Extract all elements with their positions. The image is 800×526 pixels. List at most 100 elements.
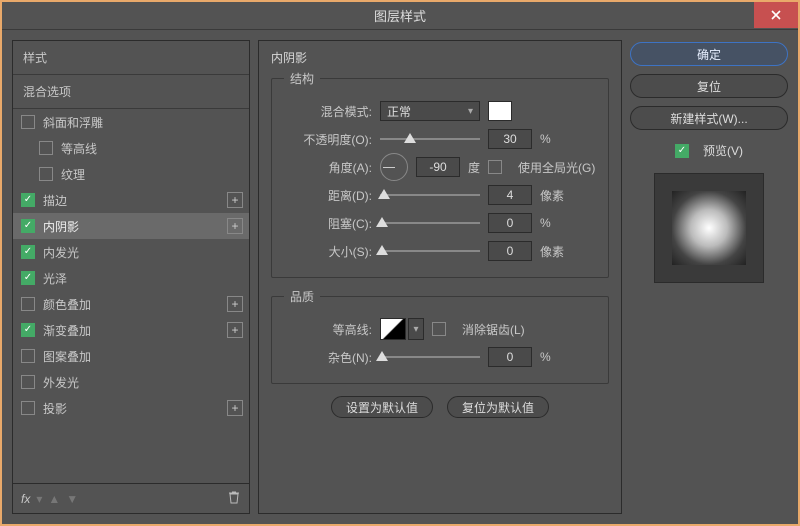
noise-input[interactable]: 0: [488, 347, 532, 367]
right-panel: 确定 复位 新建样式(W)... 预览(V): [630, 40, 788, 514]
style-item-7[interactable]: 颜色叠加+: [13, 291, 249, 317]
chevron-down-icon: ▾: [413, 324, 418, 335]
distance-slider[interactable]: [380, 188, 480, 202]
trash-icon[interactable]: [227, 490, 241, 507]
noise-slider[interactable]: [380, 350, 480, 364]
size-slider[interactable]: [380, 244, 480, 258]
style-label: 光泽: [43, 270, 67, 287]
style-checkbox[interactable]: [21, 219, 35, 233]
styles-panel: 样式 混合选项 斜面和浮雕等高线纹理描边 + 内阴影 + 内发光光泽颜色叠加+ 渐变叠加 +…: [12, 40, 250, 484]
quality-group: 品质 等高线: ▾ 消除锯齿(L) 杂色(N): 0 %: [271, 288, 609, 384]
quality-legend: 品质: [284, 288, 320, 305]
choke-input[interactable]: 0: [488, 213, 532, 233]
contour-dropdown[interactable]: ▾: [408, 318, 424, 340]
chevron-down-icon: ▾: [36, 492, 42, 506]
titlebar: 图层样式: [2, 2, 798, 30]
new-style-button[interactable]: 新建样式(W)...: [630, 106, 788, 130]
size-label: 大小(S):: [284, 243, 372, 260]
global-light-checkbox[interactable]: [488, 160, 502, 174]
blend-mode-select[interactable]: 正常 ▾: [380, 101, 480, 121]
styles-footer: fx ▾ ▲ ▼: [12, 484, 250, 514]
move-up-icon[interactable]: ▲: [48, 492, 60, 506]
style-item-11[interactable]: 投影+: [13, 395, 249, 421]
angle-dial[interactable]: [380, 153, 408, 181]
style-label: 描边: [43, 192, 67, 209]
opacity-label: 不透明度(O):: [284, 131, 372, 148]
style-checkbox[interactable]: [21, 375, 35, 389]
style-checkbox[interactable]: [21, 349, 35, 363]
close-button[interactable]: [754, 2, 798, 28]
antialias-checkbox[interactable]: [432, 322, 446, 336]
shadow-color-swatch[interactable]: [488, 101, 512, 121]
add-effect-icon[interactable]: +: [227, 296, 243, 312]
fx-menu[interactable]: fx: [21, 492, 30, 506]
style-label: 图案叠加: [43, 348, 91, 365]
style-checkbox[interactable]: [21, 297, 35, 311]
add-effect-icon[interactable]: +: [227, 192, 243, 208]
style-checkbox[interactable]: [21, 401, 35, 415]
add-effect-icon[interactable]: +: [227, 322, 243, 338]
style-checkbox[interactable]: [21, 323, 35, 337]
structure-group: 结构 混合模式: 正常 ▾ 不透明度(O): 30 % 角度(A):: [271, 70, 609, 278]
style-label: 渐变叠加: [43, 322, 91, 339]
blending-options-header[interactable]: 混合选项: [13, 75, 249, 109]
style-item-1[interactable]: 等高线: [13, 135, 249, 161]
choke-unit: %: [540, 216, 551, 230]
style-checkbox[interactable]: [21, 115, 35, 129]
style-checkbox[interactable]: [21, 271, 35, 285]
preview-swatch: [672, 191, 746, 265]
style-item-8[interactable]: 渐变叠加 +: [13, 317, 249, 343]
window-title: 图层样式: [374, 6, 426, 25]
chevron-down-icon: ▾: [468, 106, 473, 117]
style-label: 斜面和浮雕: [43, 114, 103, 131]
style-item-2[interactable]: 纹理: [13, 161, 249, 187]
global-light-label: 使用全局光(G): [518, 159, 595, 176]
size-input[interactable]: 0: [488, 241, 532, 261]
style-item-3[interactable]: 描边 +: [13, 187, 249, 213]
opacity-input[interactable]: 30: [488, 129, 532, 149]
choke-slider[interactable]: [380, 216, 480, 230]
close-icon: [771, 10, 781, 20]
effect-settings-panel: 内阴影 结构 混合模式: 正常 ▾ 不透明度(O): 30 %: [258, 40, 622, 514]
blend-mode-label: 混合模式:: [284, 103, 372, 120]
reset-default-button[interactable]: 复位为默认值: [447, 396, 549, 418]
ok-button[interactable]: 确定: [630, 42, 788, 66]
style-item-5[interactable]: 内发光: [13, 239, 249, 265]
add-effect-icon[interactable]: +: [227, 400, 243, 416]
noise-label: 杂色(N):: [284, 349, 372, 366]
style-item-10[interactable]: 外发光: [13, 369, 249, 395]
noise-unit: %: [540, 350, 551, 364]
angle-unit: 度: [468, 159, 480, 176]
preview-checkbox[interactable]: [675, 144, 689, 158]
choke-label: 阻塞(C):: [284, 215, 372, 232]
style-label: 纹理: [61, 166, 85, 183]
structure-legend: 结构: [284, 70, 320, 87]
opacity-slider[interactable]: [380, 132, 480, 146]
preview-box: [654, 173, 764, 283]
size-unit: 像素: [540, 243, 564, 260]
set-default-button[interactable]: 设置为默认值: [331, 396, 433, 418]
distance-input[interactable]: 4: [488, 185, 532, 205]
style-item-9[interactable]: 图案叠加: [13, 343, 249, 369]
style-item-6[interactable]: 光泽: [13, 265, 249, 291]
style-checkbox[interactable]: [39, 141, 53, 155]
styles-header[interactable]: 样式: [13, 41, 249, 75]
add-effect-icon[interactable]: +: [227, 218, 243, 234]
style-checkbox[interactable]: [21, 245, 35, 259]
opacity-unit: %: [540, 132, 551, 146]
panel-title: 内阴影: [271, 49, 609, 66]
angle-label: 角度(A):: [284, 159, 372, 176]
move-down-icon[interactable]: ▼: [66, 492, 78, 506]
distance-label: 距离(D):: [284, 187, 372, 204]
angle-input[interactable]: -90: [416, 157, 460, 177]
blend-mode-value: 正常: [387, 103, 411, 120]
style-item-4[interactable]: 内阴影 +: [13, 213, 249, 239]
style-item-0[interactable]: 斜面和浮雕: [13, 109, 249, 135]
cancel-button[interactable]: 复位: [630, 74, 788, 98]
style-label: 内阴影: [43, 218, 79, 235]
style-checkbox[interactable]: [39, 167, 53, 181]
contour-picker[interactable]: [380, 318, 406, 340]
style-checkbox[interactable]: [21, 193, 35, 207]
contour-label: 等高线:: [284, 321, 372, 338]
layer-style-dialog: 图层样式 样式 混合选项 斜面和浮雕等高线纹理描边 + 内阴影 + 内发光光泽颜色叠加+…: [0, 0, 800, 526]
